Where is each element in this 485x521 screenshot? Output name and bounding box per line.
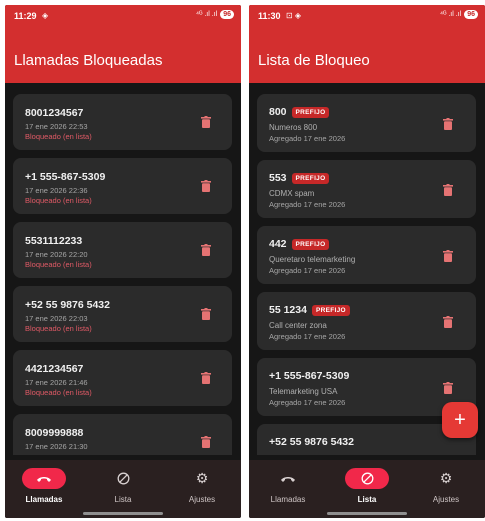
home-indicator[interactable]: [83, 512, 163, 515]
block-list-screen: 11:30 ⊡ ◈ ⁴ᴳ .ıl .ıl 96 Lista de Bloqueo…: [249, 5, 485, 518]
delete-icon[interactable]: [443, 184, 453, 196]
entry-number: +52 55 9876 5432: [269, 436, 354, 448]
battery-icon: 96: [464, 10, 478, 19]
call-card[interactable]: 4421234567 17 ene 2026 21:46 Bloqueado (…: [13, 350, 232, 406]
delete-icon[interactable]: [443, 382, 453, 394]
page-title: Lista de Bloqueo: [258, 52, 370, 69]
entry-label: Telemarketing USA: [269, 387, 338, 396]
call-date: 17 ene 2026 22:36: [25, 186, 88, 195]
call-number: 8001234567: [25, 107, 84, 119]
app-bar: 11:29 ◈ ⁴ᴳ .ıl .ıl 96 Llamadas Bloqueada…: [5, 5, 241, 83]
call-number: 8009999888: [25, 427, 84, 439]
call-status: Bloqueado (en lista): [25, 260, 92, 269]
call-status: Bloqueado (en lista): [25, 196, 92, 205]
call-number: 5531112233: [25, 235, 83, 247]
entry-added: Agregado 17 ene 2026: [269, 200, 346, 209]
entry-label: Call center zona: [269, 321, 327, 330]
call-card[interactable]: +52 55 9876 5432 17 ene 2026 22:03 Bloqu…: [13, 286, 232, 342]
phone-hangup-icon: [37, 476, 51, 482]
delete-icon[interactable]: [201, 180, 211, 192]
blocked-calls-screen: 11:29 ◈ ⁴ᴳ .ıl .ıl 96 Llamadas Bloqueada…: [5, 5, 241, 518]
nav-item-ajustes[interactable]: ⚙ Ajustes: [407, 468, 485, 505]
status-icons: ⊡ ◈: [286, 11, 302, 20]
delete-icon[interactable]: [201, 116, 211, 128]
status-icons: ◈: [42, 11, 49, 20]
call-number: +52 55 9876 5432: [25, 299, 110, 311]
call-number: 4421234567: [25, 363, 84, 375]
entry-number: 55 1234: [269, 304, 307, 316]
signal-icon: ⁴ᴳ .ıl .ıl: [195, 11, 218, 18]
delete-icon[interactable]: [201, 244, 211, 256]
entry-added: Agregado 17 ene 2026: [269, 398, 346, 407]
delete-icon[interactable]: [201, 436, 211, 448]
entry-number: 800: [269, 106, 287, 118]
entry-label: Queretaro telemarketing: [269, 255, 356, 264]
block-icon: [117, 472, 129, 485]
prefix-badge: PREFIJO: [291, 173, 330, 184]
nav-label: Ajustes: [432, 495, 460, 504]
app-bar: 11:30 ⊡ ◈ ⁴ᴳ .ıl .ıl 96 Lista de Bloqueo: [249, 5, 485, 83]
entry-label: Numeros 800: [269, 123, 318, 132]
bottom-nav: Llamadas Lista ⚙ Ajustes: [249, 460, 485, 518]
call-card[interactable]: 8001234567 17 ene 2026 22:53 Bloqueado (…: [13, 94, 232, 150]
gear-icon: ⚙: [195, 470, 209, 487]
bottom-nav: Llamadas Lista ⚙ Ajustes: [5, 460, 241, 518]
call-date: 17 ene 2026 21:30: [25, 442, 88, 451]
delete-icon[interactable]: [201, 372, 211, 384]
blocked-calls-list[interactable]: 8001234567 17 ene 2026 22:53 Bloqueado (…: [5, 93, 241, 455]
entry-added: Agregado 17 ene 2026: [269, 134, 346, 143]
nav-item-ajustes[interactable]: ⚙ Ajustes: [163, 468, 241, 505]
home-indicator[interactable]: [327, 512, 407, 515]
delete-icon[interactable]: [201, 308, 211, 320]
nav-label: Llamadas: [270, 495, 306, 504]
entry-number: +1 555-867-5309: [269, 370, 350, 382]
entry-added: Agregado 17 ene 2026: [269, 332, 346, 341]
add-entry-button[interactable]: +: [442, 402, 478, 438]
prefix-badge: PREFIJO: [311, 305, 350, 316]
block-entry-card[interactable]: 442 PREFIJO Queretaro telemarketing Agreg…: [257, 226, 476, 284]
nav-item-lista[interactable]: Lista: [328, 468, 406, 504]
entry-added: Agregado 17 ene 2026: [269, 266, 346, 275]
nav-item-llamadas[interactable]: Llamadas: [249, 468, 327, 504]
signal-icon: ⁴ᴳ .ıl .ıl: [439, 11, 462, 18]
call-date: 17 ene 2026 21:46: [25, 378, 88, 387]
delete-icon[interactable]: [443, 316, 453, 328]
block-list[interactable]: 800 PREFIJO Numeros 800 Agregado 17 ene 2…: [249, 93, 485, 455]
nav-label: Ajustes: [188, 495, 216, 504]
nav-label: Lista: [114, 495, 132, 504]
block-entry-card[interactable]: 553 PREFIJO CDMX spam Agregado 17 ene 202…: [257, 160, 476, 218]
nav-item-lista[interactable]: Lista: [84, 468, 162, 504]
entry-label: CDMX spam: [269, 189, 315, 198]
call-date: 17 ene 2026 22:20: [25, 250, 88, 259]
call-date: 17 ene 2026 22:03: [25, 314, 88, 323]
delete-icon[interactable]: [443, 250, 453, 262]
call-number: +1 555-867-5309: [25, 171, 106, 183]
nav-item-llamadas[interactable]: Llamadas: [5, 468, 83, 504]
battery-icon: 96: [220, 10, 234, 19]
call-card[interactable]: +1 555-867-5309 17 ene 2026 22:36 Bloque…: [13, 158, 232, 214]
call-status: Bloqueado (en lista): [25, 324, 92, 333]
entry-number: 553: [269, 172, 287, 184]
block-entry-card[interactable]: 55 1234 PREFIJO Call center zona Agregado…: [257, 292, 476, 350]
gear-icon: ⚙: [439, 470, 453, 487]
nav-label: Llamadas: [25, 495, 63, 504]
call-date: 17 ene 2026 22:53: [25, 122, 88, 131]
block-entry-card[interactable]: 800 PREFIJO Numeros 800 Agregado 17 ene 2…: [257, 94, 476, 152]
delete-icon[interactable]: [443, 118, 453, 130]
call-card[interactable]: 8009999888 17 ene 2026 21:30: [13, 414, 232, 455]
call-status: Bloqueado (en lista): [25, 388, 92, 397]
status-time: 11:30: [258, 11, 281, 21]
call-card[interactable]: 5531112233 17 ene 2026 22:20 Bloqueado (…: [13, 222, 232, 278]
nav-label: Lista: [357, 495, 377, 504]
call-status: Bloqueado (en lista): [25, 132, 92, 141]
page-title: Llamadas Bloqueadas: [14, 52, 163, 69]
block-icon: [361, 472, 373, 485]
prefix-badge: PREFIJO: [291, 239, 330, 250]
prefix-badge: PREFIJO: [291, 107, 330, 118]
status-bar: 11:30 ⊡ ◈ ⁴ᴳ .ıl .ıl 96: [249, 5, 485, 27]
entry-number: 442: [269, 238, 287, 250]
status-bar: 11:29 ◈ ⁴ᴳ .ıl .ıl 96: [5, 5, 241, 27]
status-time: 11:29: [14, 11, 37, 21]
phone-hangup-icon: [281, 476, 295, 482]
